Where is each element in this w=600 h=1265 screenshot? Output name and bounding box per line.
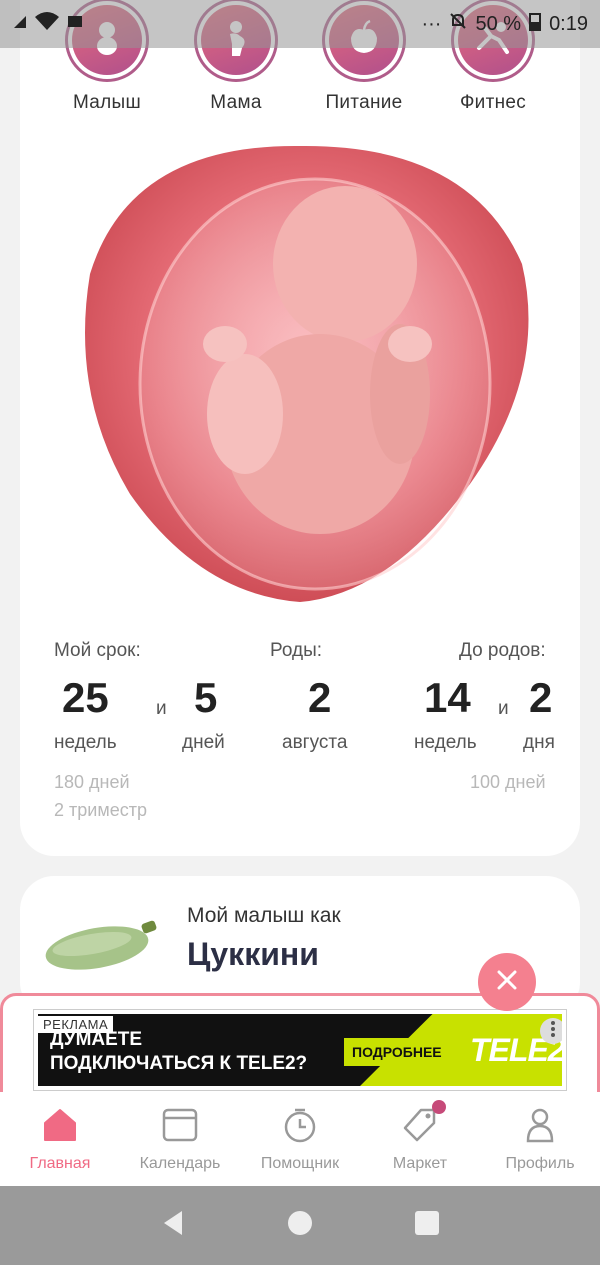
and-label: и — [156, 698, 167, 719]
baby-size-name: Цуккини — [187, 936, 319, 972]
days-value: 5 — [194, 674, 218, 721]
close-ad-button[interactable] — [478, 953, 536, 1011]
until-weeks-unit: недель — [414, 732, 477, 753]
nav-calendar[interactable]: Календарь — [120, 1092, 240, 1186]
wifi-icon — [34, 11, 60, 37]
and-label: и — [498, 698, 509, 719]
ad-options-button[interactable] — [540, 1018, 562, 1044]
nav-label: Помощник — [260, 1155, 340, 1172]
fetus-illustration[interactable] — [70, 144, 530, 604]
nav-home[interactable]: Главная — [0, 1092, 120, 1186]
calendar-icon — [161, 1108, 199, 1148]
system-nav-bar — [0, 1186, 600, 1265]
weeks-unit: недель — [54, 732, 117, 753]
tag-icon — [401, 1108, 439, 1148]
notification-icon — [66, 12, 84, 36]
nav-label: Календарь — [139, 1155, 221, 1172]
ad-banner[interactable]: РЕКЛАМА ДУМАЕТЕ ПОДКЛЮЧАТЬСЯ К TELE2? ПО… — [33, 1009, 567, 1091]
nav-market[interactable]: Маркет — [360, 1092, 480, 1186]
nav-label: Профиль — [505, 1155, 575, 1172]
signal-icon — [12, 13, 28, 36]
term-label: Мой срок: — [54, 640, 141, 661]
stopwatch-icon — [281, 1108, 319, 1148]
notification-badge — [432, 1100, 446, 1114]
birth-label: Роды: — [270, 640, 323, 661]
ad-line2: ПОДКЛЮЧАТЬСЯ К TELE2? — [50, 1053, 308, 1074]
until-days-unit: дня — [523, 732, 555, 753]
home-button-icon[interactable] — [287, 1210, 313, 1241]
pregnancy-card: Малыш Мама Питание Фитнес Мой срок: Роды… — [20, 0, 580, 856]
more-vertical-icon — [550, 1020, 556, 1043]
recents-icon[interactable] — [414, 1210, 440, 1241]
profile-icon — [521, 1108, 559, 1148]
battery-icon — [529, 11, 542, 37]
pregnancy-stats: Мой срок: Роды: До родов: 25 и 5 2 14 и … — [54, 640, 555, 840]
category-label: Питание — [325, 92, 403, 113]
weeks-value: 25 — [62, 674, 109, 721]
home-icon — [41, 1109, 79, 1148]
ad-more-button[interactable]: ПОДРОБНЕЕ — [344, 1038, 450, 1066]
nav-assistant[interactable]: Помощник — [240, 1092, 360, 1186]
birth-day-value: 2 — [308, 674, 332, 721]
baby-size-label: Мой малыш как — [187, 904, 341, 927]
category-label: Малыш — [72, 92, 142, 113]
ad-tag: РЕКЛАМА — [38, 1016, 114, 1033]
ad-text: ДУМАЕТЕ ПОДКЛЮЧАТЬСЯ К TELE2? — [50, 1028, 307, 1076]
birth-month: августа — [282, 732, 348, 753]
zucchini-image — [42, 912, 158, 977]
battery-percent: 50 % — [475, 12, 522, 35]
mute-icon — [449, 12, 467, 36]
nav-profile[interactable]: Профиль — [480, 1092, 600, 1186]
days-left: 100 дней — [470, 772, 546, 792]
back-icon[interactable] — [160, 1209, 186, 1242]
bottom-nav: Главная Календарь Помощник Маркет Профил… — [0, 1092, 600, 1186]
days-unit: дней — [182, 732, 225, 753]
trimester: 2 триместр — [54, 800, 147, 820]
status-bar: ··· 50 % 0:19 — [0, 0, 600, 48]
until-birth-label: До родов: — [459, 640, 546, 661]
close-icon — [496, 969, 518, 996]
nav-label: Маркет — [392, 1155, 448, 1172]
more-icon: ··· — [421, 12, 442, 35]
nav-label: Главная — [29, 1155, 91, 1172]
until-days-value: 2 — [529, 674, 553, 721]
category-label: Фитнес — [459, 92, 527, 113]
category-label: Мама — [210, 92, 262, 113]
clock: 0:19 — [549, 12, 588, 35]
total-days: 180 дней — [54, 772, 130, 792]
until-weeks-value: 14 — [424, 674, 471, 721]
